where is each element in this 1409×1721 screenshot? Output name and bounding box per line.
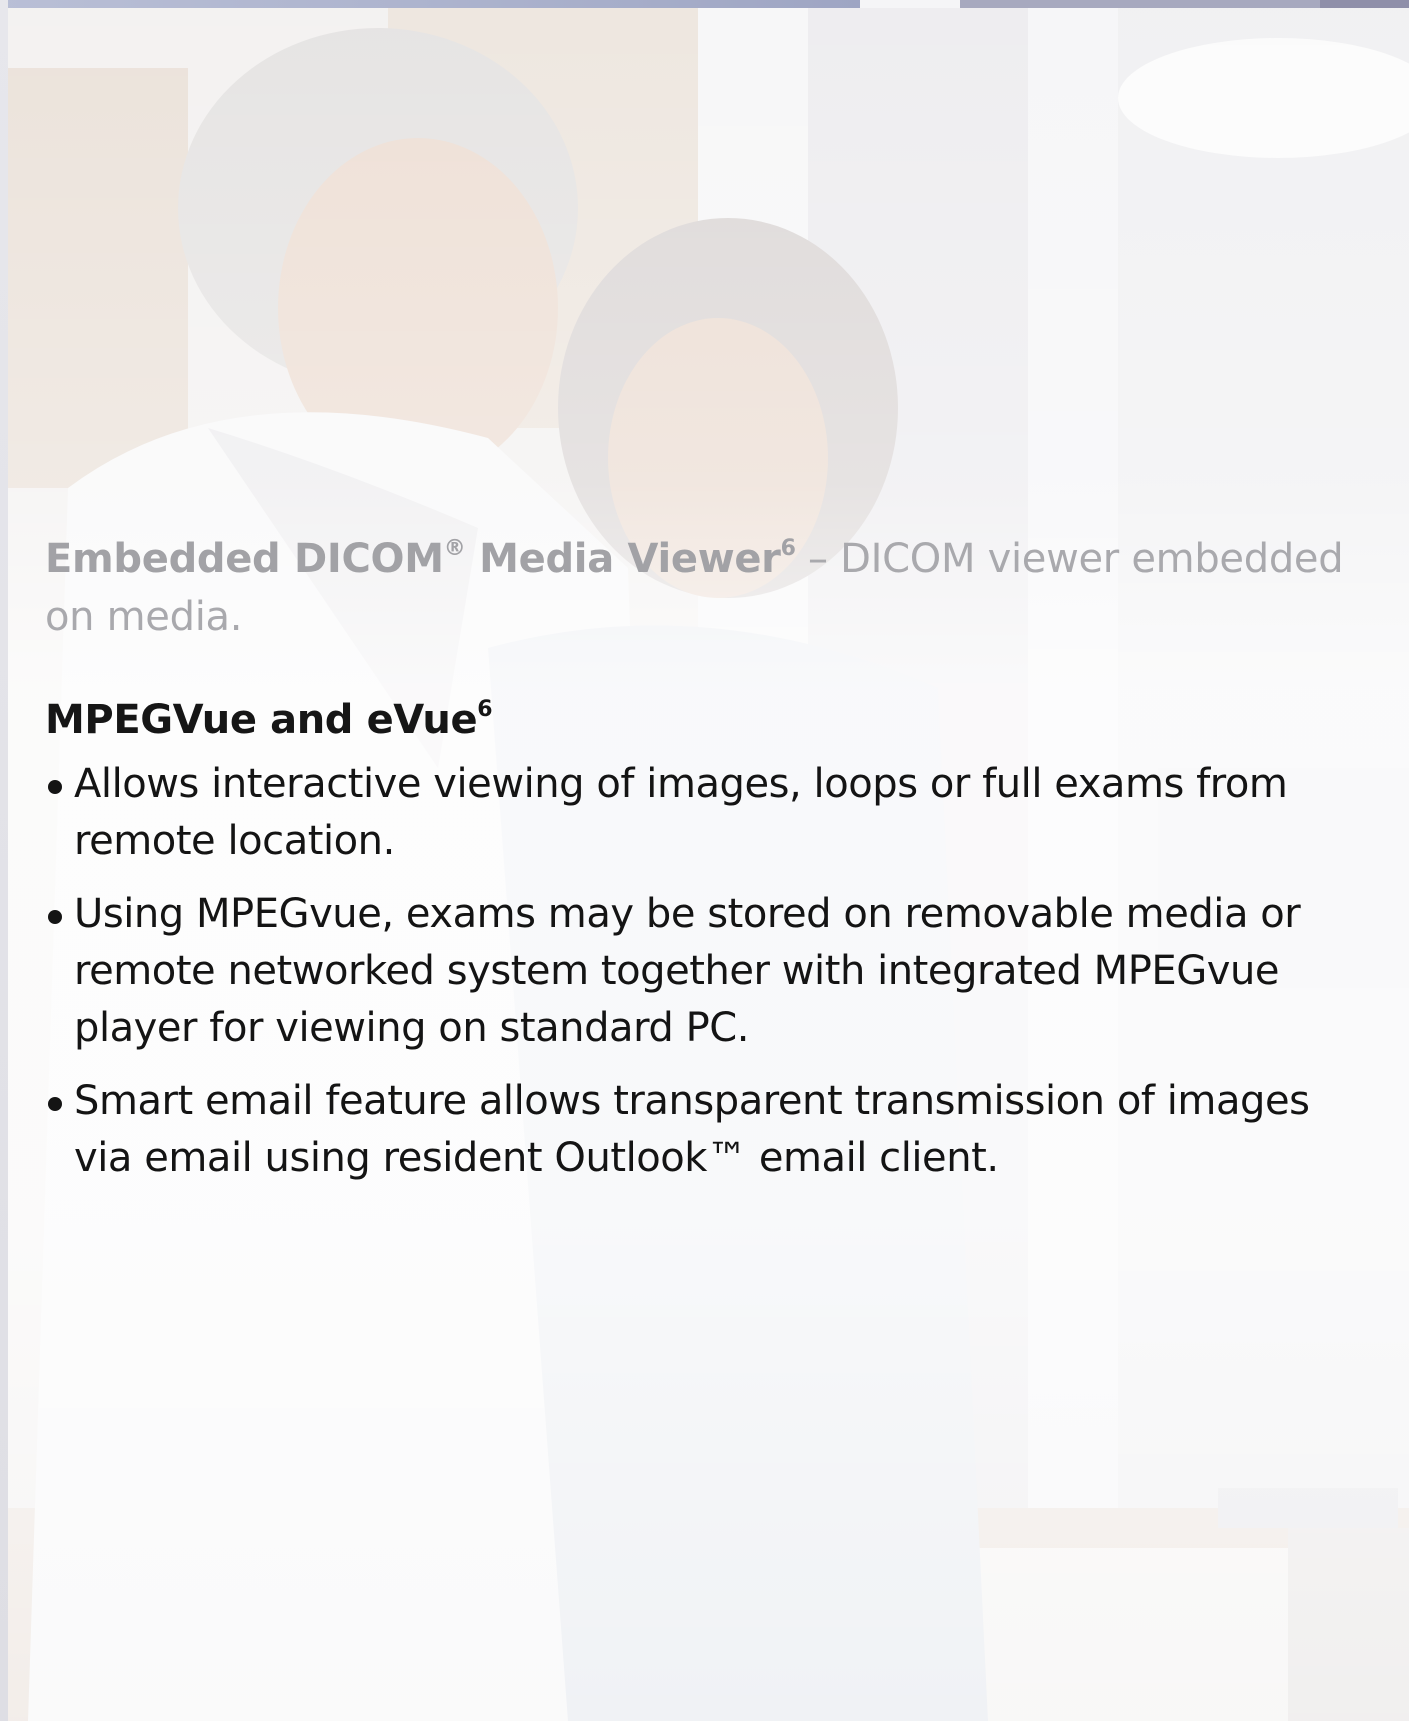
intro-title: Embedded DICOM® Media Viewer6 xyxy=(45,536,796,582)
list-item-text: Smart email feature allows transparent t… xyxy=(74,1078,1310,1181)
bullet-icon xyxy=(48,1097,62,1111)
section-heading: MPEGVue and eVue6 xyxy=(45,692,1365,748)
brochure-page: Embedded DICOM® Media Viewer6 – DICOM vi… xyxy=(0,0,1409,1721)
intro-title-rest: Media Viewer xyxy=(465,536,781,582)
top-decorative-bar-end xyxy=(1320,0,1409,8)
bullet-icon xyxy=(48,910,62,924)
top-decorative-bar xyxy=(0,0,860,8)
intro-footnote: 6 xyxy=(780,535,796,561)
registered-mark: ® xyxy=(443,535,466,561)
list-item-text: Using MPEGvue, exams may be stored on re… xyxy=(74,891,1301,1051)
list-item: Smart email feature allows transparent t… xyxy=(45,1073,1365,1187)
text-content: Embedded DICOM® Media Viewer6 – DICOM vi… xyxy=(45,530,1365,1203)
list-item: Using MPEGvue, exams may be stored on re… xyxy=(45,886,1365,1057)
top-decorative-bar-right xyxy=(960,0,1320,8)
list-item: Allows interactive viewing of images, lo… xyxy=(45,756,1365,870)
section-heading-text: MPEGVue and eVue xyxy=(45,697,478,743)
bullet-icon xyxy=(48,780,62,794)
section-heading-footnote: 6 xyxy=(477,696,493,722)
intro-paragraph: Embedded DICOM® Media Viewer6 – DICOM vi… xyxy=(45,530,1365,646)
feature-list: Allows interactive viewing of images, lo… xyxy=(45,756,1365,1187)
page-left-edge xyxy=(0,0,8,1721)
intro-title-text: Embedded DICOM xyxy=(45,536,444,582)
list-item-text: Allows interactive viewing of images, lo… xyxy=(74,761,1288,864)
